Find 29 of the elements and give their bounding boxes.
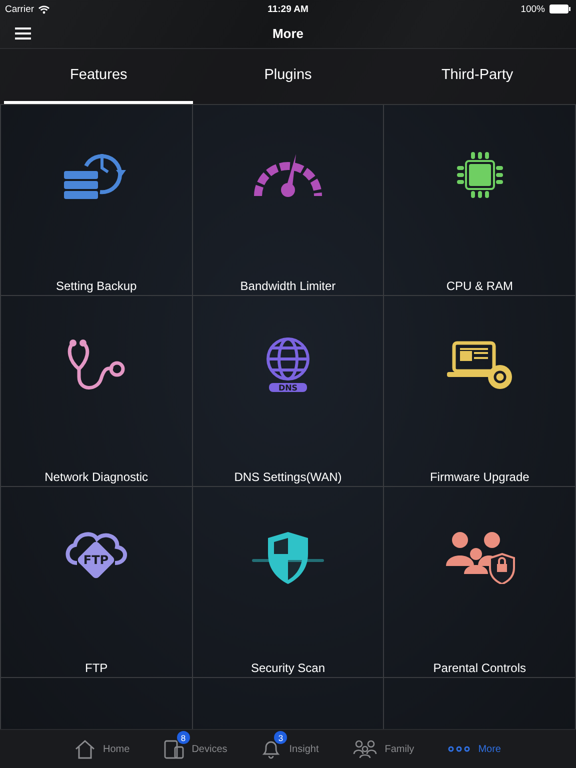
feature-tile[interactable]: Network Diagnostic: [1, 296, 193, 487]
feature-tile[interactable]: Parental Controls: [384, 487, 576, 678]
page-title: More: [272, 26, 304, 40]
feature-tile[interactable]: Setting Backup: [1, 105, 193, 296]
tab[interactable]: Plugins: [193, 49, 383, 104]
feature-tile[interactable]: Security Scan: [192, 487, 384, 678]
count-badge: 3: [274, 731, 288, 744]
dns-label: DNS: [278, 384, 298, 392]
feature-tile[interactable]: DNS DNS Settings(WAN): [192, 296, 384, 487]
people-icon: [352, 739, 377, 759]
ftp-label: FTP: [84, 553, 109, 567]
tab-bar-item[interactable]: More: [434, 730, 515, 768]
carrier-label: Carrier: [5, 4, 34, 14]
feature-tile[interactable]: FTP FTP: [1, 487, 193, 678]
tab-bar-item[interactable]: Family: [338, 730, 428, 768]
wifi-icon: [38, 4, 50, 14]
feature-tile[interactable]: Bandwidth Limiter: [192, 105, 384, 296]
battery-icon: [549, 4, 571, 14]
count-badge: 8: [176, 731, 190, 744]
feature-tile[interactable]: Firmware Upgrade: [384, 296, 576, 487]
tab-bar-item[interactable]: Home: [61, 730, 144, 768]
battery-percent: 100%: [520, 4, 545, 14]
tab-bar-item[interactable]: 8 Devices: [150, 730, 242, 768]
tab[interactable]: Third-Party: [382, 49, 572, 104]
status-time: 11:29 AM: [268, 4, 308, 14]
more-icon: [448, 746, 470, 752]
tab-bar-item[interactable]: 3 Insight: [247, 730, 333, 768]
house-icon: [75, 740, 95, 758]
feature-tile[interactable]: CPU & RAM: [384, 105, 576, 296]
